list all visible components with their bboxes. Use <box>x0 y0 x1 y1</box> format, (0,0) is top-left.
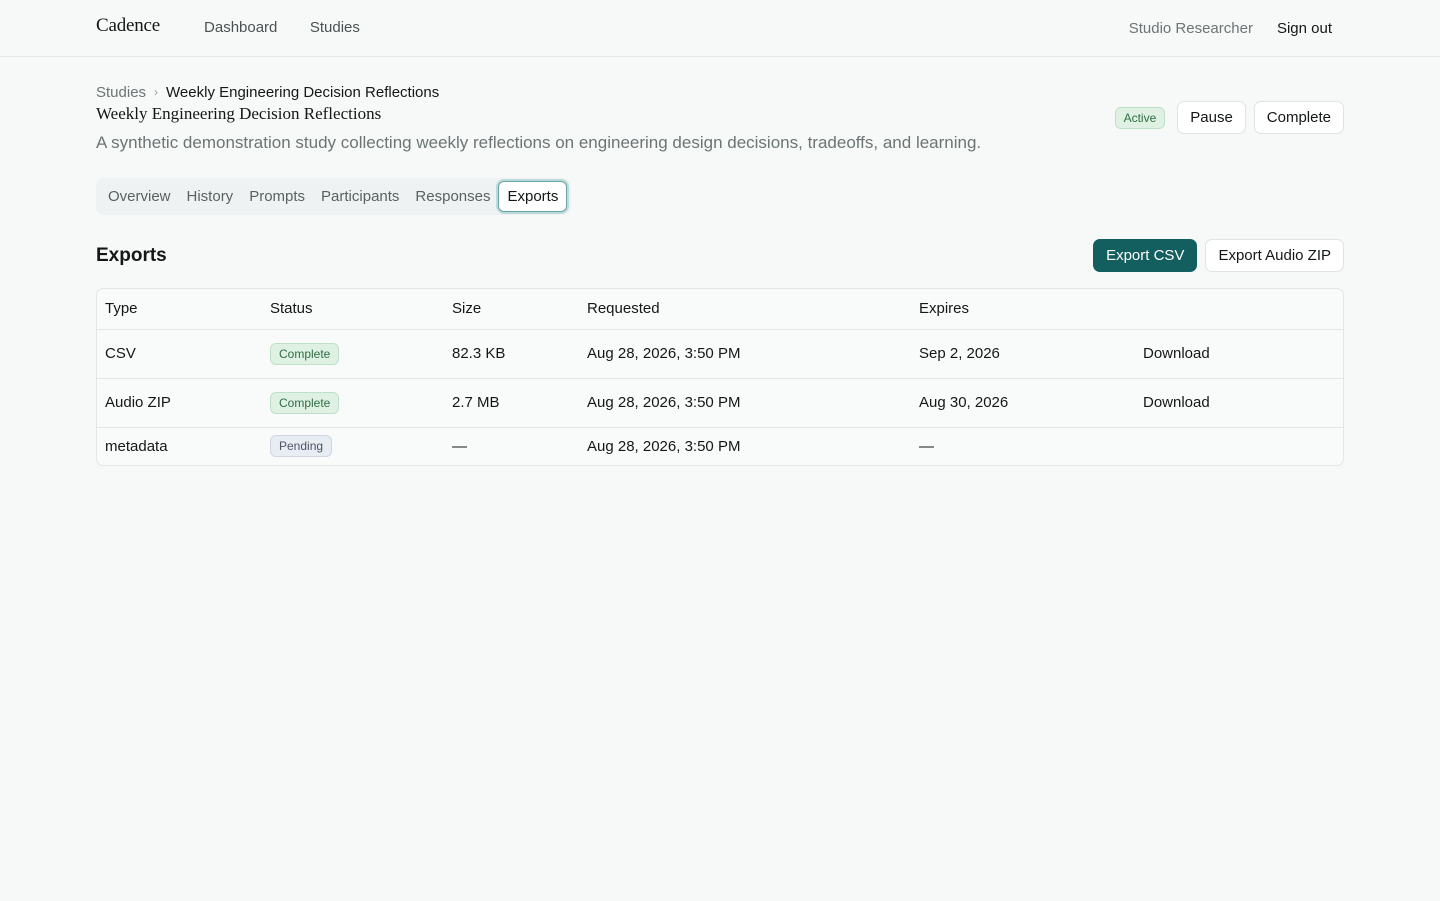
download-link[interactable]: Download <box>1143 345 1210 362</box>
cell-status: Complete <box>262 329 444 379</box>
cell-requested: Aug 28, 2026, 3:50 PM <box>587 437 741 455</box>
cell-expires: Aug 30, 2026 <box>911 378 1135 428</box>
tab-participants[interactable]: Participants <box>313 181 407 212</box>
brand-logo[interactable]: Cadence <box>96 15 160 37</box>
study-header: Weekly Engineering Decision Reflections … <box>96 101 1344 153</box>
status-badge: Active <box>1114 106 1166 129</box>
user-area: Studio Researcher Sign out <box>1129 20 1344 37</box>
column-header-expires: Expires <box>911 289 1135 330</box>
table-row: Audio ZIP Complete 2.7 MB Aug 28, 2026, … <box>97 378 1343 428</box>
study-actions: Active Pause Complete <box>1114 101 1344 134</box>
breadcrumb-studies-link[interactable]: Studies <box>96 84 146 101</box>
exports-title: Exports <box>96 244 167 266</box>
study-title-block: Weekly Engineering Decision Reflections … <box>96 101 1115 153</box>
cell-requested: Aug 28, 2026, 3:50 PM <box>579 378 911 428</box>
complete-button[interactable]: Complete <box>1253 101 1344 134</box>
cell-action <box>1135 427 1343 465</box>
cell-size: 82.3 KB <box>444 329 579 379</box>
exports-table: Type Status Size Requested Expires CSV C… <box>97 289 1343 465</box>
breadcrumb: Studies › Weekly Engineering Decision Re… <box>96 57 1344 101</box>
nav-studies[interactable]: Studies <box>310 19 360 36</box>
cell-status: Pending <box>262 427 444 465</box>
column-header-actions <box>1135 289 1343 330</box>
study-tabs: Overview History Prompts Participants Re… <box>96 178 572 215</box>
exports-section-header: Exports Export CSV Export Audio ZIP <box>96 239 1344 272</box>
page-title: Weekly Engineering Decision Reflections <box>96 104 382 123</box>
cell-type: Audio ZIP <box>97 378 262 428</box>
cell-size: 2.7 MB <box>444 378 579 428</box>
cell-action: Download <box>1135 329 1343 379</box>
export-actions: Export CSV Export Audio ZIP <box>1093 239 1344 272</box>
column-header-requested: Requested <box>579 289 911 330</box>
cell-requested: Aug 28, 2026, 3:50 PM <box>579 329 911 379</box>
table-row: CSV Complete 82.3 KB Aug 28, 2026, 3:50 … <box>97 329 1343 379</box>
status-badge: Pending <box>270 435 333 458</box>
tab-prompts[interactable]: Prompts <box>241 181 313 212</box>
chevron-right-icon: › <box>154 85 159 99</box>
breadcrumb-current: Weekly Engineering Decision Reflections <box>166 83 440 101</box>
download-link[interactable]: Download <box>1143 394 1210 411</box>
export-audio-zip-button[interactable]: Export Audio ZIP <box>1205 239 1344 272</box>
nav-dashboard[interactable]: Dashboard <box>204 19 277 36</box>
table-row: metadata Pending — Aug 28, 2026, 3:50 PM… <box>97 427 1343 465</box>
cell-status: Complete <box>262 378 444 428</box>
cell-type: CSV <box>97 329 262 379</box>
tab-history[interactable]: History <box>179 181 242 212</box>
cell-type: metadata <box>105 437 168 455</box>
study-description: A synthetic demonstration study collecti… <box>96 133 982 152</box>
status-badge: Complete <box>270 391 340 414</box>
cell-action: Download <box>1135 378 1343 428</box>
pause-button[interactable]: Pause <box>1177 101 1246 134</box>
column-header-type: Type <box>97 289 262 330</box>
sign-out-button[interactable]: Sign out <box>1277 20 1332 37</box>
tab-responses[interactable]: Responses <box>407 181 498 212</box>
export-csv-button[interactable]: Export CSV <box>1093 239 1198 272</box>
column-header-status: Status <box>262 289 444 330</box>
column-header-size: Size <box>444 289 579 330</box>
tab-overview[interactable]: Overview <box>100 181 179 212</box>
cell-expires: — <box>919 437 934 455</box>
status-badge: Complete <box>270 342 340 365</box>
user-name: Studio Researcher <box>1128 19 1253 37</box>
tab-exports[interactable]: Exports <box>498 181 568 212</box>
cell-expires: Sep 2, 2026 <box>911 329 1135 379</box>
exports-table-container: Type Status Size Requested Expires CSV C… <box>96 288 1344 466</box>
main-content: Studies › Weekly Engineering Decision Re… <box>0 57 1440 466</box>
main-nav: Dashboard Studies <box>204 19 388 37</box>
top-navigation-bar: Cadence Dashboard Studies Studio Researc… <box>0 0 1440 57</box>
cell-size: — <box>452 437 467 455</box>
table-header-row: Type Status Size Requested Expires <box>97 289 1343 330</box>
